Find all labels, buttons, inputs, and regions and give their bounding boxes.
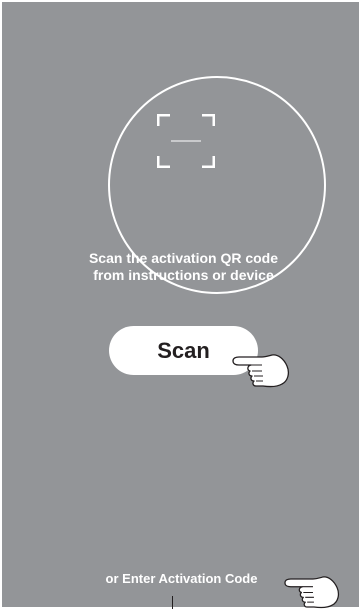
app-screen: Scan the activation QR code from instruc…: [0, 0, 363, 609]
pointing-hand-icon: [232, 354, 289, 388]
pointing-hand-icon: [284, 576, 340, 609]
scan-instruction-text: Scan the activation QR code from instruc…: [2, 250, 363, 284]
instruction-line-2: from instructions or device: [93, 267, 274, 283]
qr-scan-frame-icon: [157, 114, 215, 168]
instruction-line-1: Scan the activation QR code: [88, 250, 279, 266]
activation-panel: Scan the activation QR code from instruc…: [2, 2, 359, 607]
callout-line: [172, 596, 173, 609]
